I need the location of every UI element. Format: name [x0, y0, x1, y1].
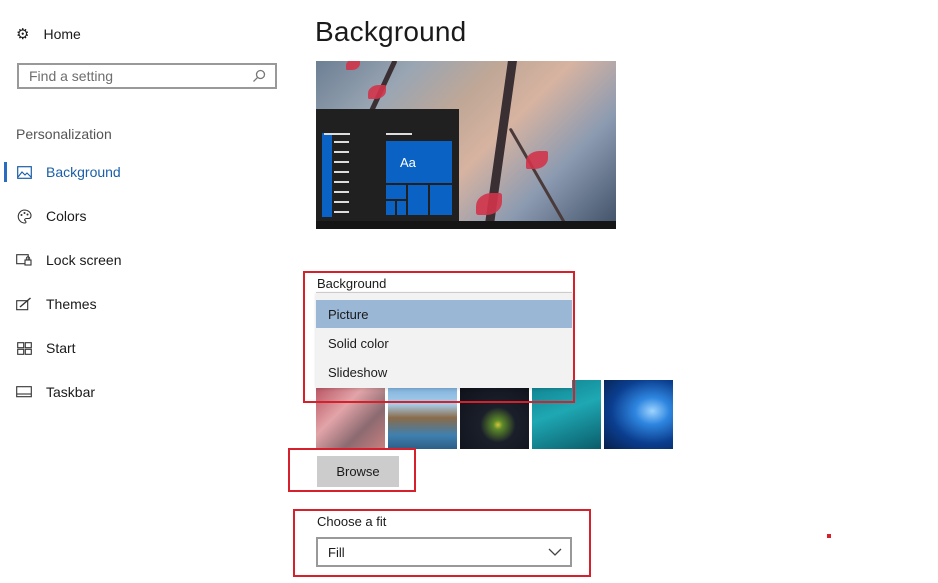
sidebar-item-colors[interactable]: Colors: [16, 204, 256, 228]
section-label: Personalization: [16, 126, 112, 142]
search-input[interactable]: Find a setting: [17, 63, 277, 89]
preview-line: [334, 171, 349, 173]
preview-leaf: [346, 61, 360, 70]
annotation-dot: [827, 534, 831, 538]
preview-leaf: [476, 193, 502, 215]
preview-tile: [430, 185, 452, 215]
background-preview: Aa: [316, 61, 616, 229]
sidebar-item-background[interactable]: Background: [16, 160, 256, 184]
sidebar-item-label: Taskbar: [46, 384, 96, 400]
preview-start-menu: Aa: [316, 109, 459, 221]
preview-line: [324, 133, 350, 135]
taskbar-icon: [16, 384, 32, 400]
preview-tile: [386, 185, 406, 199]
sidebar-item-label: Themes: [46, 296, 97, 312]
preview-tile: [386, 201, 395, 215]
preview-line: [334, 141, 349, 143]
preview-line: [334, 211, 349, 213]
preview-tile: [397, 201, 406, 215]
home-label: Home: [43, 26, 81, 42]
preview-tile-text: Aa: [400, 154, 416, 170]
page-title: Background: [315, 16, 467, 47]
annotation-box: [288, 448, 416, 492]
sidebar-item-taskbar[interactable]: Taskbar: [16, 380, 256, 404]
preview-line: [334, 181, 349, 183]
sidebar-item-themes[interactable]: Themes: [16, 292, 256, 316]
home-link[interactable]: ⚙ Home: [16, 24, 81, 44]
preview-leaf: [368, 85, 386, 99]
preview-branch: [508, 127, 567, 225]
sidebar-item-label: Colors: [46, 208, 87, 224]
gear-icon: ⚙: [16, 25, 30, 43]
annotation-box: [293, 509, 591, 577]
sidebar-item-label: Lock screen: [46, 252, 122, 268]
preview-tile: [408, 185, 428, 215]
preview-line: [334, 201, 349, 203]
annotation-box: [303, 271, 575, 403]
themes-icon: [16, 296, 32, 312]
preview-line: [334, 161, 349, 163]
picture-icon: [16, 164, 32, 180]
sidebar-item-label: Background: [46, 164, 121, 180]
preview-line: [334, 151, 349, 153]
sidebar-item-label: Start: [46, 340, 76, 356]
search-placeholder: Find a setting: [29, 68, 114, 84]
start-icon: [16, 340, 32, 356]
sidebar-item-start[interactable]: Start: [16, 336, 256, 360]
search-icon: [253, 69, 266, 82]
recent-picture-thumbnail[interactable]: [604, 380, 673, 449]
preview-leaf: [526, 151, 548, 169]
lock-screen-icon: [16, 252, 32, 268]
preview-tile: Aa: [386, 141, 452, 183]
preview-taskbar: [316, 221, 616, 229]
active-indicator: [4, 162, 7, 182]
palette-icon: [16, 208, 32, 224]
preview-rail: [322, 133, 332, 217]
preview-line: [334, 191, 349, 193]
sidebar-item-lock-screen[interactable]: Lock screen: [16, 248, 256, 272]
preview-line: [386, 133, 412, 135]
